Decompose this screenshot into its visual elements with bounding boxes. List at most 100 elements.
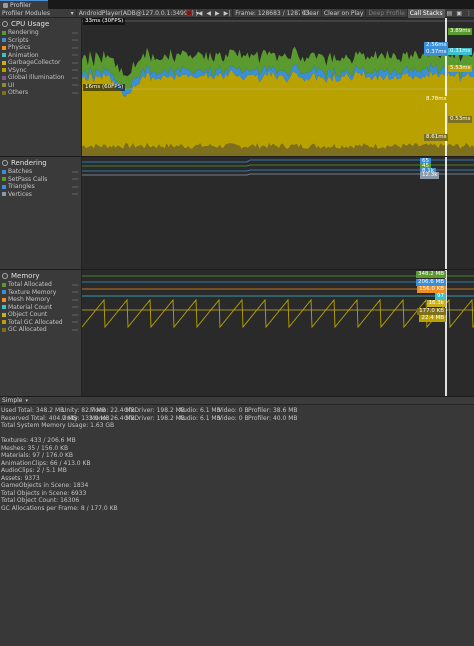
frame-value-tag: 177.0 KB <box>417 308 446 315</box>
call-stacks-toggle[interactable]: Call Stacks <box>406 8 445 18</box>
legend-item[interactable]: Others <box>0 89 81 97</box>
legend-item[interactable]: Object Count <box>0 311 81 319</box>
legend-visibility-toggle[interactable] <box>72 84 78 87</box>
legend-item-label: GC Allocated <box>8 326 47 334</box>
legend-visibility-toggle[interactable] <box>72 170 78 173</box>
memory-graph[interactable]: 348.2 MB 206.6 MB 156.0 KB 97 16.3k 177.0 KB 2… <box>82 270 474 396</box>
legend-visibility-toggle[interactable] <box>72 291 78 294</box>
view-mode-dropdown[interactable]: Simple ▾ <box>0 397 30 404</box>
frame-value-tag: 0.31ms <box>448 48 473 55</box>
first-frame-button[interactable]: |◀ <box>194 9 205 18</box>
legend-item-label: Object Count <box>8 311 48 319</box>
rendering-series-line <box>82 169 474 172</box>
asset-stat-line: AnimationClips: 66 / 413.0 KB <box>1 459 91 467</box>
legend-visibility-toggle[interactable] <box>72 193 78 196</box>
rendering-module: Rendering Batches SetPass Calls Triangles V… <box>0 157 474 270</box>
legend-item-label: Triangles <box>8 183 35 191</box>
rendering-series-line <box>82 159 474 163</box>
legend-visibility-toggle[interactable] <box>72 328 78 331</box>
legend-item[interactable]: VSync <box>0 67 81 75</box>
profiler-modules-dropdown[interactable]: Profiler Modules ▾ <box>0 9 76 18</box>
memory-stat: Reserved Total: 404.7 MB <box>1 414 78 422</box>
legend-visibility-toggle[interactable] <box>72 54 78 57</box>
legend-visibility-toggle[interactable] <box>72 76 78 79</box>
legend-item-label: Total GC Allocated <box>8 318 63 326</box>
legend-item[interactable]: Scripts <box>0 37 81 45</box>
load-button[interactable]: ▤ <box>445 9 455 18</box>
legend-item[interactable]: Texture Memory <box>0 289 81 297</box>
more-options-button[interactable]: ⋮ <box>464 9 474 18</box>
clear-on-play-toggle[interactable]: Clear on Play <box>320 8 366 18</box>
legend-visibility-toggle[interactable] <box>72 46 78 49</box>
legend-item[interactable]: Total GC Allocated <box>0 319 81 327</box>
legend-item[interactable]: Rendering <box>0 29 81 37</box>
rendering-graph[interactable]: 65 45 8.1k 12.3k <box>82 157 474 270</box>
target-player-label: AndroidPlayer(ADB@127.0.0.1:34999) <box>78 9 194 17</box>
rendering-title-row[interactable]: Rendering <box>0 157 81 168</box>
legend-item[interactable]: Material Count <box>0 304 81 312</box>
legend-item[interactable]: SetPass Calls <box>0 176 81 184</box>
legend-item[interactable]: Total Allocated <box>0 281 81 289</box>
legend-item-label: VSync <box>8 66 27 74</box>
asset-stat-line: Materials: 97 / 176.0 KB <box>1 452 74 459</box>
legend-visibility-toggle[interactable] <box>72 91 78 94</box>
legend-color-swatch <box>2 192 6 197</box>
legend-visibility-toggle[interactable] <box>72 283 78 286</box>
save-button[interactable]: ▣ <box>454 9 464 18</box>
legend-color-swatch <box>2 53 6 58</box>
memory-stat: Used Total: 348.2 MB <box>1 407 65 415</box>
legend-visibility-toggle[interactable] <box>72 306 78 309</box>
legend-visibility-toggle[interactable] <box>72 31 78 34</box>
gc-allocated-sawtooth <box>82 298 474 329</box>
legend-item[interactable]: GarbageCollector <box>0 59 81 67</box>
legend-item[interactable]: Global Illumination <box>0 74 81 82</box>
load-icon: ▤ <box>446 9 453 17</box>
frame-value-tag: 8.61ms <box>424 134 449 141</box>
clear-button[interactable]: Clear <box>300 8 321 18</box>
frame-value-tag: 8.78ms <box>424 96 449 103</box>
legend-visibility-toggle[interactable] <box>72 61 78 64</box>
rendering-module-icon <box>2 159 8 166</box>
legend-visibility-toggle[interactable] <box>72 39 78 42</box>
memory-module: Memory Total Allocated Texture Memory Mesh… <box>0 270 474 396</box>
legend-item[interactable]: Animation <box>0 52 81 60</box>
legend-visibility-toggle[interactable] <box>72 313 78 316</box>
asset-stat-line: Meshes: 35 / 156.0 KB <box>1 444 69 452</box>
legend-visibility-toggle[interactable] <box>72 69 78 72</box>
asset-stat-line: Assets: 9373 <box>1 474 40 482</box>
legend-item[interactable]: Triangles <box>0 183 81 191</box>
cpu-usage-title: CPU Usage <box>11 19 50 28</box>
legend-item-label: Animation <box>8 51 39 59</box>
legend-color-swatch <box>2 282 6 287</box>
cpu-legend-list: Rendering Scripts Physics Animation GarbageC… <box>0 29 81 97</box>
deep-profile-toggle[interactable]: Deep Profile <box>365 8 406 18</box>
legend-visibility-toggle[interactable] <box>72 321 78 324</box>
legend-visibility-toggle[interactable] <box>72 298 78 301</box>
record-button[interactable] <box>184 9 194 18</box>
cpu-usage-title-row[interactable]: CPU Usage <box>0 18 81 29</box>
chevron-down-icon: ▾ <box>70 9 74 17</box>
legend-item-label: Rendering <box>8 29 39 37</box>
memory-stat: Audio: 6.1 MB <box>179 407 221 415</box>
chevron-down-icon: ▾ <box>25 397 29 404</box>
frame-value-tag: 156.0 KB <box>417 286 446 293</box>
frame-value-tag: 0.53ms <box>448 116 473 123</box>
current-frame-button[interactable]: ▶| <box>222 9 233 18</box>
legend-item[interactable]: Batches <box>0 168 81 176</box>
cpu-usage-graph[interactable]: 33ms (30FPS) 16ms (60FPS) 3.89ms 2.56ms 0.… <box>82 18 474 157</box>
legend-item[interactable]: Mesh Memory <box>0 296 81 304</box>
memory-legend: Memory Total Allocated Texture Memory Mesh… <box>0 270 82 396</box>
frame-value-tag: 206.6 MB <box>415 279 446 286</box>
target-player-dropdown[interactable]: AndroidPlayer(ADB@127.0.0.1:34999) ▾ <box>75 8 199 18</box>
selected-frame-marker[interactable] <box>445 157 447 270</box>
legend-item[interactable]: GC Allocated <box>0 326 81 334</box>
legend-item[interactable]: UI <box>0 82 81 90</box>
legend-visibility-toggle[interactable] <box>72 185 78 188</box>
more-options-icon: ⋮ <box>466 9 472 17</box>
next-frame-button[interactable]: ▶ <box>213 9 222 18</box>
prev-frame-button[interactable]: ◀ <box>204 9 213 18</box>
memory-title-row[interactable]: Memory <box>0 270 81 281</box>
legend-item[interactable]: Vertices <box>0 191 81 199</box>
legend-item[interactable]: Physics <box>0 44 81 52</box>
legend-visibility-toggle[interactable] <box>72 178 78 181</box>
